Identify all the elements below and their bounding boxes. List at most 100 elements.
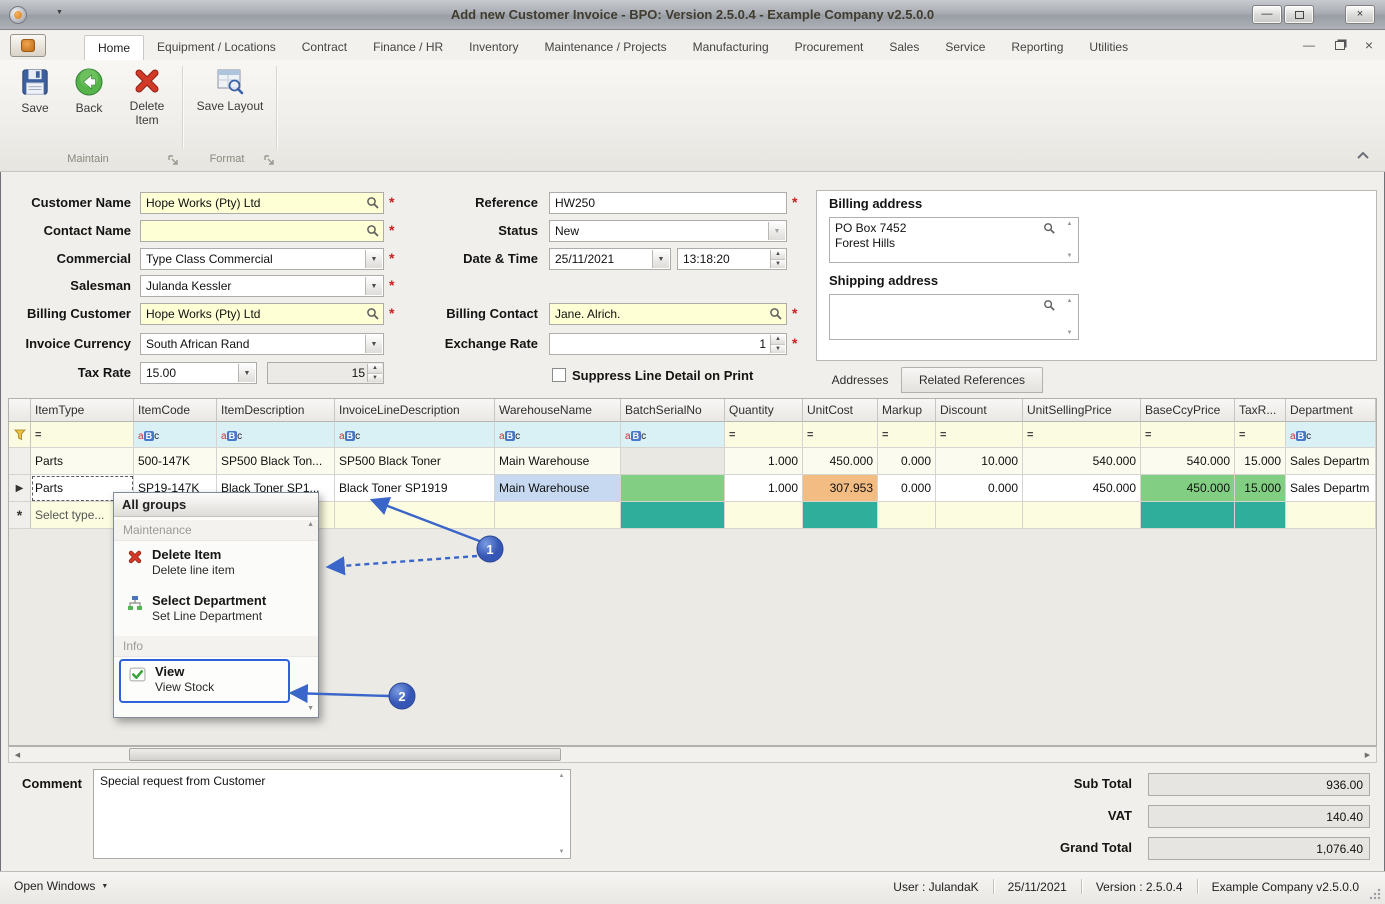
- tab-maintenance-projects[interactable]: Maintenance / Projects: [532, 35, 680, 60]
- grid-cell[interactable]: [335, 502, 495, 529]
- filter-cell-itemcode[interactable]: aBc: [134, 422, 217, 448]
- spinner[interactable]: ▲ ▼: [367, 364, 382, 382]
- grid-cell[interactable]: [1141, 502, 1235, 529]
- dropdown-button[interactable]: ▼: [365, 250, 382, 268]
- grid-cell[interactable]: 1.000: [725, 448, 803, 475]
- grid-cell[interactable]: Black Toner SP1919: [335, 475, 495, 502]
- scroll-left-button[interactable]: ◀: [9, 747, 26, 762]
- billing-customer-field[interactable]: Hope Works (Pty) Ltd: [140, 303, 384, 325]
- close-button[interactable]: ×: [1345, 5, 1375, 24]
- maximize-button[interactable]: [1284, 5, 1314, 24]
- column-header-warehousename[interactable]: WarehouseName: [495, 399, 621, 422]
- grid-cell[interactable]: 450.000: [1023, 475, 1141, 502]
- menu-scroll-down-icon[interactable]: ▼: [307, 705, 314, 712]
- search-icon[interactable]: [1043, 299, 1056, 312]
- filter-cell-itemdescription[interactable]: aBc: [217, 422, 335, 448]
- customer-name-field[interactable]: Hope Works (Pty) Ltd: [140, 192, 384, 214]
- grid-cell[interactable]: Sales Departm: [1286, 448, 1376, 475]
- search-icon[interactable]: [366, 307, 380, 321]
- tab-manufacturing[interactable]: Manufacturing: [680, 35, 782, 60]
- reference-field[interactable]: HW250: [549, 192, 787, 214]
- comment-field[interactable]: Special request from Customer ▲ ▼: [93, 769, 571, 859]
- grid-cell[interactable]: [1286, 502, 1376, 529]
- invoice-currency-field[interactable]: South African Rand ▼: [140, 333, 384, 355]
- filter-cell-unitcost[interactable]: =: [803, 422, 878, 448]
- grid-cell[interactable]: [621, 448, 725, 475]
- filter-cell-itemtype[interactable]: =: [31, 422, 134, 448]
- spinner[interactable]: ▲ ▼: [770, 250, 785, 268]
- tax-rate-value-field[interactable]: 15 ▲ ▼: [267, 362, 384, 384]
- tab-service[interactable]: Service: [932, 35, 998, 60]
- column-header-invoicelinedescription[interactable]: InvoiceLineDescription: [335, 399, 495, 422]
- column-header-batchserialno[interactable]: BatchSerialNo: [621, 399, 725, 422]
- scrollbar[interactable]: ▲ ▼: [554, 771, 569, 857]
- dropdown-button[interactable]: ▼: [652, 250, 669, 268]
- filter-cell-batchserialno[interactable]: aBc: [621, 422, 725, 448]
- grid-cell[interactable]: Parts: [31, 448, 134, 475]
- back-button[interactable]: Back: [64, 67, 114, 115]
- commercial-field[interactable]: Type Class Commercial ▼: [140, 248, 384, 270]
- search-icon[interactable]: [1043, 222, 1056, 235]
- suppress-line-detail-checkbox[interactable]: [552, 368, 566, 382]
- maintain-group-launcher[interactable]: [168, 155, 179, 166]
- filter-cell-baseccyprice[interactable]: =: [1141, 422, 1235, 448]
- grid-cell[interactable]: [803, 502, 878, 529]
- grid-cell[interactable]: 1.000: [725, 475, 803, 502]
- grid-cell[interactable]: [936, 502, 1023, 529]
- scroll-right-button[interactable]: ▶: [1359, 747, 1376, 762]
- tab-utilities[interactable]: Utilities: [1076, 35, 1141, 60]
- row-indicator[interactable]: [9, 448, 31, 475]
- grid-cell[interactable]: Main Warehouse: [495, 448, 621, 475]
- delete-item-button[interactable]: Delete Item: [118, 67, 176, 127]
- tab-reporting[interactable]: Reporting: [998, 35, 1076, 60]
- column-header-unitsellingprice[interactable]: UnitSellingPrice: [1023, 399, 1141, 422]
- billing-address-field[interactable]: PO Box 7452 Forest Hills ▲ ▼: [829, 217, 1079, 263]
- format-group-launcher[interactable]: [264, 155, 275, 166]
- tab-sales[interactable]: Sales: [876, 35, 932, 60]
- grid-cell[interactable]: [495, 502, 621, 529]
- grid-cell[interactable]: 0.000: [878, 448, 936, 475]
- grid-cell[interactable]: 10.000: [936, 448, 1023, 475]
- grid-cell[interactable]: [621, 475, 725, 502]
- search-icon[interactable]: [769, 307, 783, 321]
- column-header-itemcode[interactable]: ItemCode: [134, 399, 217, 422]
- menu-item-delete-item[interactable]: Delete Item Delete line item: [114, 541, 318, 587]
- tab-equipment-locations[interactable]: Equipment / Locations: [144, 35, 289, 60]
- grid-cell[interactable]: 0.000: [878, 475, 936, 502]
- grid-cell[interactable]: 540.000: [1023, 448, 1141, 475]
- mdi-restore-button[interactable]: [1334, 40, 1345, 50]
- context-menu-header[interactable]: All groups: [114, 493, 318, 517]
- grid-cell[interactable]: Main Warehouse: [495, 475, 621, 502]
- scrollbar-thumb[interactable]: [129, 748, 561, 761]
- menu-scroll-up-icon[interactable]: ▲: [307, 521, 314, 528]
- tab-finance-hr[interactable]: Finance / HR: [360, 35, 456, 60]
- mdi-close-button[interactable]: ×: [1365, 37, 1373, 53]
- filter-cell-taxrate[interactable]: =: [1235, 422, 1286, 448]
- filter-cell-invoicelinedescription[interactable]: aBc: [335, 422, 495, 448]
- column-header-markup[interactable]: Markup: [878, 399, 936, 422]
- grid-cell[interactable]: [1023, 502, 1141, 529]
- filter-cell-warehousename[interactable]: aBc: [495, 422, 621, 448]
- grid-cell[interactable]: 540.000: [1141, 448, 1235, 475]
- dropdown-button[interactable]: ▼: [365, 277, 382, 295]
- exchange-rate-field[interactable]: 1 ▲ ▼: [549, 333, 787, 355]
- spinner[interactable]: ▲ ▼: [770, 335, 785, 353]
- grid-cell[interactable]: 500-147K: [134, 448, 217, 475]
- column-header-taxrate[interactable]: TaxR...: [1235, 399, 1286, 422]
- column-header-department[interactable]: Department: [1286, 399, 1376, 422]
- grid-cell[interactable]: [878, 502, 936, 529]
- dropdown-button[interactable]: ▼: [365, 335, 382, 353]
- tab-related-references[interactable]: Related References: [901, 367, 1043, 393]
- grid-cell[interactable]: SP500 Black Ton...: [217, 448, 335, 475]
- search-icon[interactable]: [366, 196, 380, 210]
- contact-name-field[interactable]: [140, 220, 384, 242]
- grid-cell[interactable]: [621, 502, 725, 529]
- search-icon[interactable]: [366, 224, 380, 238]
- menu-item-select-department[interactable]: Select Department Set Line Department: [114, 587, 318, 633]
- tab-home[interactable]: Home: [84, 35, 145, 60]
- grid-cell[interactable]: 450.000: [803, 448, 878, 475]
- tax-rate-field[interactable]: 15.00 ▼: [140, 362, 257, 384]
- grid-cell[interactable]: 15.000: [1235, 475, 1286, 502]
- current-row-indicator[interactable]: ▶: [9, 475, 31, 502]
- grid-cell[interactable]: SP500 Black Toner: [335, 448, 495, 475]
